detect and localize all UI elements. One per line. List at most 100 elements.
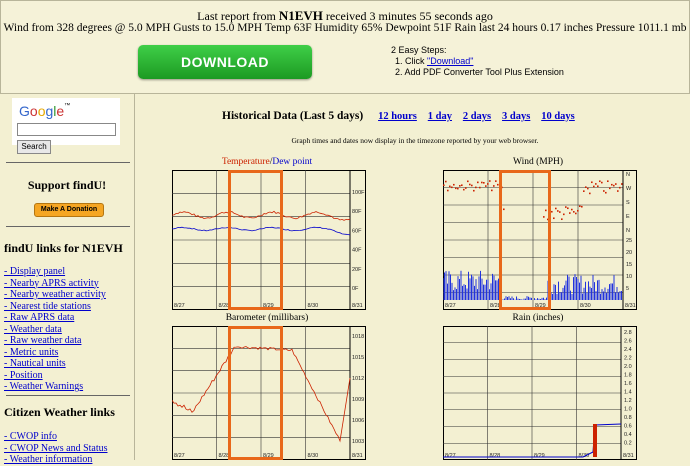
wind-direction-point	[557, 210, 559, 212]
wind-speed-tick: 25	[626, 238, 632, 244]
wind-direction-point	[607, 180, 609, 183]
wind-direction-point	[479, 186, 481, 189]
divider	[6, 162, 130, 163]
wind-direction-point	[467, 180, 469, 183]
date-tick-label: 8/28	[490, 453, 501, 459]
step-2: 2. Add PDF Converter Tool Plus Extension	[395, 67, 564, 77]
steps-title: 2 Easy Steps:	[391, 45, 447, 55]
wind-direction-point	[471, 184, 473, 187]
wind-direction-point	[587, 187, 589, 190]
wind-direction-point	[577, 209, 579, 212]
support-title: Support findU!	[27, 178, 107, 192]
station-link[interactable]: - Nearby weather activity	[4, 289, 106, 301]
google-search-button[interactable]: Search	[17, 140, 51, 154]
date-tick-label: 8/27	[174, 303, 185, 309]
wind-direction-point	[457, 187, 459, 190]
wind-direction-point	[567, 207, 569, 210]
wind-direction-point	[465, 187, 467, 189]
wind-direction-point	[469, 183, 471, 186]
wind-direction-point	[565, 206, 567, 208]
y-tick-label: 1006	[352, 418, 364, 424]
rain-tick-label: 2.2	[624, 356, 632, 362]
station-link[interactable]: - Display panel	[4, 266, 106, 278]
rain-tick-label: 1.4	[624, 390, 632, 396]
wind-direction-point	[451, 186, 453, 189]
rain-chart-title: Rain (inches)	[512, 313, 564, 323]
google-search-input[interactable]	[17, 123, 116, 136]
range-3-days[interactable]: 3 days	[502, 111, 530, 122]
y-tick-label: 20F	[352, 267, 362, 273]
station-link[interactable]: - Weather data	[4, 324, 106, 336]
y-tick-label: 40F	[352, 248, 362, 254]
wind-direction-point	[553, 217, 555, 220]
wind-direction-point	[561, 218, 563, 221]
station-link[interactable]: - Nearby APRS activity	[4, 278, 106, 290]
wind-direction-point	[609, 187, 611, 190]
range-12-hours[interactable]: 12 hours	[378, 111, 417, 122]
wind-direction-point	[579, 205, 581, 208]
range-2-days[interactable]: 2 days	[463, 111, 491, 122]
range-10-days[interactable]: 10 days	[541, 111, 575, 122]
report-prefix: Last report from	[197, 9, 276, 23]
date-tick-label: 8/31	[623, 453, 634, 459]
station-link[interactable]: - Weather Warnings	[4, 381, 106, 393]
wind-direction-point	[613, 184, 615, 187]
cwop-link[interactable]: - CWOP News and Status	[4, 443, 108, 455]
y-tick-label: 1015	[352, 355, 364, 361]
date-tick-label: 8/31	[352, 453, 363, 459]
cwop-link[interactable]: - CWOP info	[4, 431, 108, 443]
donate-button[interactable]: Make A Donation	[34, 203, 104, 217]
wind-direction-point	[611, 183, 613, 186]
wind-direction-point	[455, 187, 457, 190]
station-link[interactable]: - Nearest tide stations	[4, 301, 106, 313]
rain-bar	[593, 424, 597, 457]
wind-direction-point	[615, 183, 617, 185]
wind-direction-point	[463, 188, 465, 191]
timezone-note: Graph times and dates now display in the…	[291, 136, 539, 145]
divider	[6, 395, 130, 396]
wind-direction-tick: S	[626, 200, 630, 206]
report-age: received 3 minutes 55 seconds ago	[325, 9, 493, 23]
date-tick-label: 8/29	[534, 453, 545, 459]
wind-speed-tick: 10	[626, 274, 632, 280]
rain-tick-label: 0.6	[624, 424, 632, 430]
date-tick-label: 8/31	[625, 303, 636, 309]
wind-direction-tick: W	[626, 186, 632, 192]
station-link[interactable]: - Position	[4, 370, 106, 382]
date-tick-label: 8/30	[580, 303, 591, 309]
wind-direction-point	[495, 180, 497, 182]
rain-tick-label: 1.0	[624, 407, 632, 413]
weather-summary: Wind from 328 degrees @ 5.0 MPH Gusts to…	[3, 22, 687, 34]
wind-direction-point	[585, 186, 587, 188]
rain-tick-label: 0.2	[624, 441, 632, 447]
y-tick-label: 0F	[352, 286, 359, 292]
wind-direction-point	[575, 212, 577, 215]
divider	[6, 226, 130, 227]
wind-direction-point	[603, 190, 605, 192]
wind-direction-point	[489, 180, 491, 182]
wind-chart-title: Wind (MPH)	[512, 157, 564, 167]
station-link[interactable]: - Nautical units	[4, 358, 106, 370]
date-tick-label: 8/31	[352, 303, 363, 309]
station-link[interactable]: - Raw APRS data	[4, 312, 106, 324]
temperature-chart-title: Temperature/Dew point	[221, 157, 313, 167]
wind-direction-point	[617, 190, 619, 192]
wind-direction-tick: N	[626, 172, 630, 178]
google-logo: Google™	[19, 103, 71, 119]
wind-direction-point	[605, 191, 607, 194]
barometer-chart-title: Barometer (millibars)	[225, 313, 309, 323]
install-steps: 2 Easy Steps: 1. Click "Download" 2. Add…	[391, 45, 564, 78]
wind-direction-point	[493, 185, 495, 187]
wind-direction-point	[555, 207, 557, 210]
station-link[interactable]: - Raw weather data	[4, 335, 106, 347]
y-tick-label: 80F	[352, 209, 362, 215]
wind-direction-point	[491, 189, 493, 192]
history-title: Historical Data (Last 5 days)	[222, 110, 364, 122]
step-1-link[interactable]: "Download"	[427, 56, 473, 66]
rain-tick-label: 2.4	[624, 347, 632, 353]
range-1-day[interactable]: 1 day	[428, 111, 452, 122]
station-link[interactable]: - Metric units	[4, 347, 106, 359]
y-tick-label: 1012	[352, 376, 364, 382]
wind-direction-point	[475, 186, 477, 189]
download-button[interactable]: DOWNLOAD	[138, 45, 312, 79]
